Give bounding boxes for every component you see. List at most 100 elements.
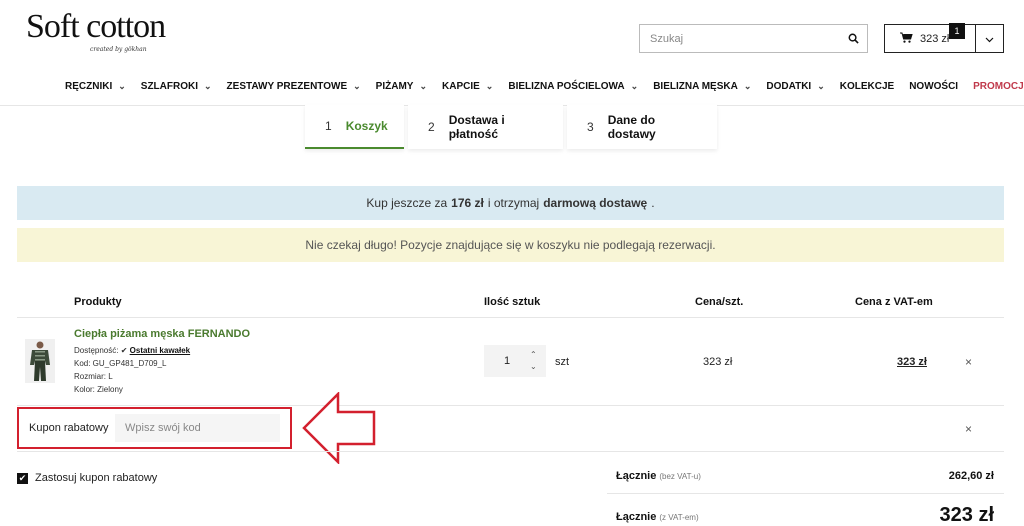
main-nav: RĘCZNIKI ⌄ SZLAFROKI ⌄ ZESTAWY PREZENTOWE ⌄… — [65, 81, 1024, 92]
cart-count-badge: 1 — [949, 23, 965, 39]
chevron-down-icon: ⌄ — [743, 81, 752, 91]
chevron-down-icon: ⌄ — [419, 81, 427, 91]
price-with-vat: 323 zł — [897, 356, 927, 368]
nav-item-bielizna-meska[interactable]: BIELIZNA MĘSKA ⌄ — [653, 81, 751, 92]
banner-amount: 176 zł — [451, 196, 484, 210]
step-koszyk[interactable]: 1 Koszyk — [305, 105, 404, 149]
nav-label: KAPCIE — [442, 81, 480, 92]
net-note: (bez VAT-u) — [659, 472, 701, 481]
chevron-down-icon: ⌄ — [204, 81, 212, 91]
step-number: 2 — [428, 120, 435, 134]
cart-dropdown-button[interactable] — [975, 24, 1004, 53]
nav-label: PROMOCJE % — [973, 81, 1024, 92]
arrow-left-icon — [302, 392, 376, 464]
net-label: Łącznie — [616, 470, 657, 482]
reservation-banner: Nie czekaj długo! Pozycje znajdujące się… — [17, 228, 1004, 262]
product-availability: Dostępność: ✔ Ostatni kawałek — [74, 346, 190, 355]
nav-item-kapcie[interactable]: KAPCIE ⌄ — [442, 81, 493, 92]
remove-item-icon[interactable]: × — [965, 355, 972, 369]
step-label: Dostawa i płatność — [448, 113, 505, 141]
logo-tagline: created by gökhan — [90, 46, 147, 53]
banner-text: Kup jeszcze za — [366, 196, 448, 210]
step-dostawa[interactable]: 2 Dostawa i płatność — [408, 105, 563, 149]
nav-item-bielizna-poscielowa[interactable]: BIELIZNA POŚCIELOWA ⌄ — [508, 81, 638, 92]
banner-text: . — [651, 196, 655, 210]
quantity-value[interactable]: 1 — [484, 355, 530, 367]
column-header-qty: Ilość sztuk — [484, 296, 541, 308]
gross-note: (z VAT-em) — [659, 513, 699, 522]
search-input[interactable] — [640, 25, 839, 52]
banner-free-shipping: darmową dostawę — [543, 196, 648, 210]
summary-net-label: Łącznie (bez VAT-u) — [616, 470, 701, 482]
nav-label: DODATKI — [766, 81, 812, 92]
nav-label: BIELIZNA POŚCIELOWA — [508, 81, 625, 92]
summary-divider — [607, 493, 1004, 494]
chevron-down-icon: ⌄ — [118, 81, 126, 91]
quantity-unit: szt — [555, 356, 570, 368]
chevron-down-icon[interactable]: ⌄ — [530, 361, 537, 373]
unit-price: 323 zł — [703, 356, 733, 368]
column-header-unit-price: Cena/szt. — [695, 296, 744, 308]
product-thumbnail[interactable] — [25, 339, 55, 383]
step-label: Koszyk — [345, 119, 388, 133]
step-label: Dane do dostawy — [607, 113, 656, 141]
coupon-input[interactable] — [115, 414, 280, 442]
search-icon[interactable] — [839, 25, 867, 53]
nav-label: SZLAFROKI — [140, 81, 198, 92]
nav-label: NOWOŚCI — [909, 81, 959, 92]
coupon-row: Kupon rabatowy — [17, 407, 292, 449]
nav-item-zestawy-prezentowe[interactable]: ZESTAWY PREZENTOWE ⌄ — [227, 81, 361, 92]
nav-item-promocje[interactable]: PROMOCJE % — [973, 81, 1024, 92]
search-box — [639, 24, 868, 53]
nav-label: ZESTAWY PREZENTOWE — [226, 81, 348, 92]
table-divider — [17, 317, 1004, 318]
column-header-price-vat: Cena z VAT-em — [855, 296, 933, 308]
product-name-link[interactable]: Ciepła piżama męska FERNANDO — [74, 328, 250, 340]
quantity-arrows: ⌃ ⌄ — [530, 349, 537, 373]
logo[interactable]: Soft cotton created by gökhan — [26, 8, 166, 54]
summary-net-value: 262,60 zł — [948, 470, 994, 482]
gross-label: Łącznie — [616, 511, 657, 523]
nav-item-nowosci[interactable]: NOWOŚCI — [909, 81, 958, 92]
nav-label: RĘCZNIKI — [65, 81, 113, 92]
step-number: 3 — [587, 120, 594, 134]
checkout-steps: 1 Koszyk 2 Dostawa i płatność 3 Dane do … — [305, 105, 721, 149]
chevron-down-icon: ⌄ — [485, 81, 494, 91]
apply-coupon-label: Zastosuj kupon rabatowy — [35, 472, 158, 484]
availability-value: Ostatni kawałek — [129, 346, 191, 355]
availability-label: Dostępność: — [74, 346, 119, 355]
banner-text: i otrzymaj — [487, 196, 540, 210]
check-icon: ✔ — [120, 346, 128, 355]
column-header-product: Produkty — [74, 296, 122, 308]
step-number: 1 — [325, 119, 332, 133]
coupon-label: Kupon rabatowy — [29, 422, 109, 434]
table-divider — [17, 405, 1004, 406]
chevron-down-icon: ⌄ — [630, 81, 639, 91]
cart-icon — [900, 32, 913, 46]
chevron-down-icon — [985, 30, 994, 48]
checkbox-checked-icon[interactable]: ✔ — [17, 472, 28, 484]
chevron-up-icon[interactable]: ⌃ — [530, 349, 537, 361]
quantity-stepper[interactable]: 1 ⌃ ⌄ — [484, 345, 546, 377]
nav-item-pizamy[interactable]: PIŻAMY ⌄ — [376, 81, 427, 92]
logo-text: Soft cotton — [26, 8, 166, 45]
product-color: Kolor: Zielony — [74, 385, 123, 394]
nav-item-dodatki[interactable]: DODATKI ⌄ — [766, 81, 824, 92]
step-dane[interactable]: 3 Dane do dostawy — [567, 105, 717, 149]
remove-coupon-icon[interactable]: × — [965, 422, 972, 436]
table-divider — [17, 451, 1004, 452]
product-code: Kod: GU_GP481_D709_L — [74, 359, 167, 368]
nav-item-kolekcje[interactable]: KOLEKCJE — [840, 81, 894, 92]
cart-button[interactable]: 323 zł 1 — [884, 23, 976, 53]
nav-item-szlafroki[interactable]: SZLAFROKI ⌄ — [141, 81, 212, 92]
product-size: Rozmiar: L — [74, 372, 113, 381]
cart-amount: 323 zł — [920, 32, 950, 45]
nav-label: BIELIZNA MĘSKA — [653, 81, 738, 92]
chevron-down-icon: ⌄ — [817, 81, 825, 91]
summary-gross-value: 323 zł — [939, 504, 994, 526]
apply-coupon-checkbox[interactable]: ✔ Zastosuj kupon rabatowy — [17, 472, 157, 484]
chevron-down-icon: ⌄ — [353, 81, 361, 91]
nav-label: KOLEKCJE — [839, 81, 895, 92]
nav-item-reczniki[interactable]: RĘCZNIKI ⌄ — [65, 81, 126, 92]
summary-gross-label: Łącznie (z VAT-em) — [616, 511, 699, 523]
